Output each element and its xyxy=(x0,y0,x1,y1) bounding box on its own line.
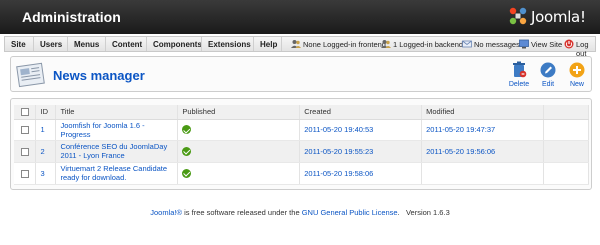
table-header-row: ID Title Published Created Modified xyxy=(14,105,589,120)
row-title-text-line2[interactable]: 2011 - Lyon France xyxy=(60,151,124,160)
frontend-users-status: None Logged-in frontend xyxy=(303,40,386,49)
select-all-checkbox-cell[interactable] xyxy=(14,105,37,120)
menu-site[interactable]: Site xyxy=(11,40,26,49)
row-created: 2011-05-20 19:55:23 xyxy=(299,140,423,163)
row-checkbox[interactable] xyxy=(20,126,29,134)
row-created: 2011-05-20 19:40:53 xyxy=(299,119,423,141)
news-list-panel: ID Title Published Created Modified 1 Jo… xyxy=(10,98,592,190)
menu-divider xyxy=(281,37,282,51)
row-checkbox-cell[interactable] xyxy=(14,162,37,185)
footer-text-end: . xyxy=(397,208,400,217)
main-menu-bar: Site Users Menus Content Components Exte… xyxy=(4,36,596,58)
row-extra xyxy=(543,119,589,141)
column-header-extra xyxy=(543,105,589,120)
row-checkbox-cell[interactable] xyxy=(14,119,37,141)
edit-label: Edit xyxy=(541,81,555,88)
row-created: 2011-05-20 19:58:06 xyxy=(299,162,423,185)
menu-divider xyxy=(67,37,68,51)
delete-label: Delete xyxy=(508,81,530,88)
row-checkbox-cell[interactable] xyxy=(14,140,37,163)
users-icon xyxy=(381,40,391,48)
menu-divider xyxy=(146,37,147,51)
column-header-modified[interactable]: Modified xyxy=(421,105,544,120)
table-row: 2 Conférence SEO du JoomlaDay 2011 - Lyon… xyxy=(14,140,589,163)
published-check-icon[interactable] xyxy=(182,168,192,178)
joomla-logo[interactable]: Joomla! xyxy=(508,6,596,28)
joomla-logo-icon xyxy=(509,7,527,25)
table-row: 3 Virtuemart 2 Release Candidate ready fo… xyxy=(14,162,589,185)
edit-icon xyxy=(540,62,556,78)
row-title[interactable]: Virtuemart 2 Release Candidate ready for … xyxy=(55,162,179,185)
column-header-published[interactable]: Published xyxy=(177,105,301,120)
row-title-text-line2[interactable]: ready for download. xyxy=(60,173,126,182)
new-button[interactable]: New xyxy=(564,59,590,91)
app-title: Administration xyxy=(22,9,121,25)
backend-users-status: 1 Logged-in backend xyxy=(393,40,464,49)
menu-divider xyxy=(33,37,34,51)
view-site-link[interactable]: View Site xyxy=(531,40,562,49)
column-header-created[interactable]: Created xyxy=(299,105,423,120)
row-extra xyxy=(543,162,589,185)
logout-icon xyxy=(564,39,574,49)
menu-menus[interactable]: Menus xyxy=(74,40,99,49)
published-check-icon[interactable] xyxy=(182,146,192,156)
column-header-id[interactable]: ID xyxy=(35,105,57,120)
row-title-text[interactable]: Virtuemart 2 Release Candidate xyxy=(60,164,167,173)
news-table: ID Title Published Created Modified 1 Jo… xyxy=(14,105,589,185)
messages-status[interactable]: No messages xyxy=(474,40,520,49)
table-row: 1 Joomfish for Joomla 1.6 - Progress 201… xyxy=(14,119,589,141)
menu-help[interactable]: Help xyxy=(260,40,277,49)
menu-content[interactable]: Content xyxy=(112,40,142,49)
page-footer: Joomla!® is free software released under… xyxy=(0,208,600,217)
row-published[interactable] xyxy=(177,162,301,185)
published-check-icon[interactable] xyxy=(182,125,192,135)
row-extra xyxy=(543,140,589,163)
row-title-text[interactable]: Joomfish for Joomla 1.6 - Progress xyxy=(60,121,144,139)
menu-divider xyxy=(253,37,254,51)
row-checkbox[interactable] xyxy=(20,169,29,178)
footer-text: is free software released under the xyxy=(182,208,302,217)
row-checkbox[interactable] xyxy=(20,147,29,156)
row-title-text[interactable]: Conférence SEO du JoomlaDay xyxy=(60,142,167,151)
mail-icon xyxy=(462,40,472,48)
row-title[interactable]: Conférence SEO du JoomlaDay 2011 - Lyon F… xyxy=(55,140,179,163)
row-published[interactable] xyxy=(177,140,301,163)
newspaper-icon xyxy=(16,62,45,88)
trash-icon xyxy=(513,61,527,78)
menu-divider xyxy=(105,37,106,51)
users-icon xyxy=(291,40,301,48)
row-title[interactable]: Joomfish for Joomla 1.6 - Progress xyxy=(55,119,179,141)
menu-components[interactable]: Components xyxy=(153,40,202,49)
monitor-icon xyxy=(519,39,529,49)
row-id[interactable]: 2 xyxy=(35,140,57,163)
row-published[interactable] xyxy=(177,119,301,141)
row-modified: 2011-05-20 19:56:06 xyxy=(421,140,544,163)
delete-button[interactable]: Delete xyxy=(506,59,532,91)
edit-button[interactable]: Edit xyxy=(535,59,561,91)
menu-extensions[interactable]: Extensions xyxy=(208,40,251,49)
logo-text: Joomla! xyxy=(531,8,586,26)
menu-divider xyxy=(201,37,202,51)
version-text: Version 1.6.3 xyxy=(405,208,450,217)
page-toolbar: News manager Delete Edit New xyxy=(10,56,592,92)
admin-header: Administration Joomla! xyxy=(0,0,600,34)
row-modified: 2011-05-20 19:47:37 xyxy=(421,119,544,141)
license-link[interactable]: GNU General Public License xyxy=(302,208,398,217)
row-id[interactable]: 1 xyxy=(35,119,57,141)
row-id[interactable]: 3 xyxy=(35,162,57,185)
page-title: News manager xyxy=(53,68,145,83)
select-all-checkbox[interactable] xyxy=(20,108,29,117)
menu-users[interactable]: Users xyxy=(40,40,62,49)
row-modified xyxy=(421,162,544,185)
plus-icon xyxy=(569,62,585,78)
column-header-title[interactable]: Title xyxy=(55,105,179,120)
joomla-link[interactable]: Joomla!® xyxy=(150,208,182,217)
new-label: New xyxy=(569,81,584,88)
